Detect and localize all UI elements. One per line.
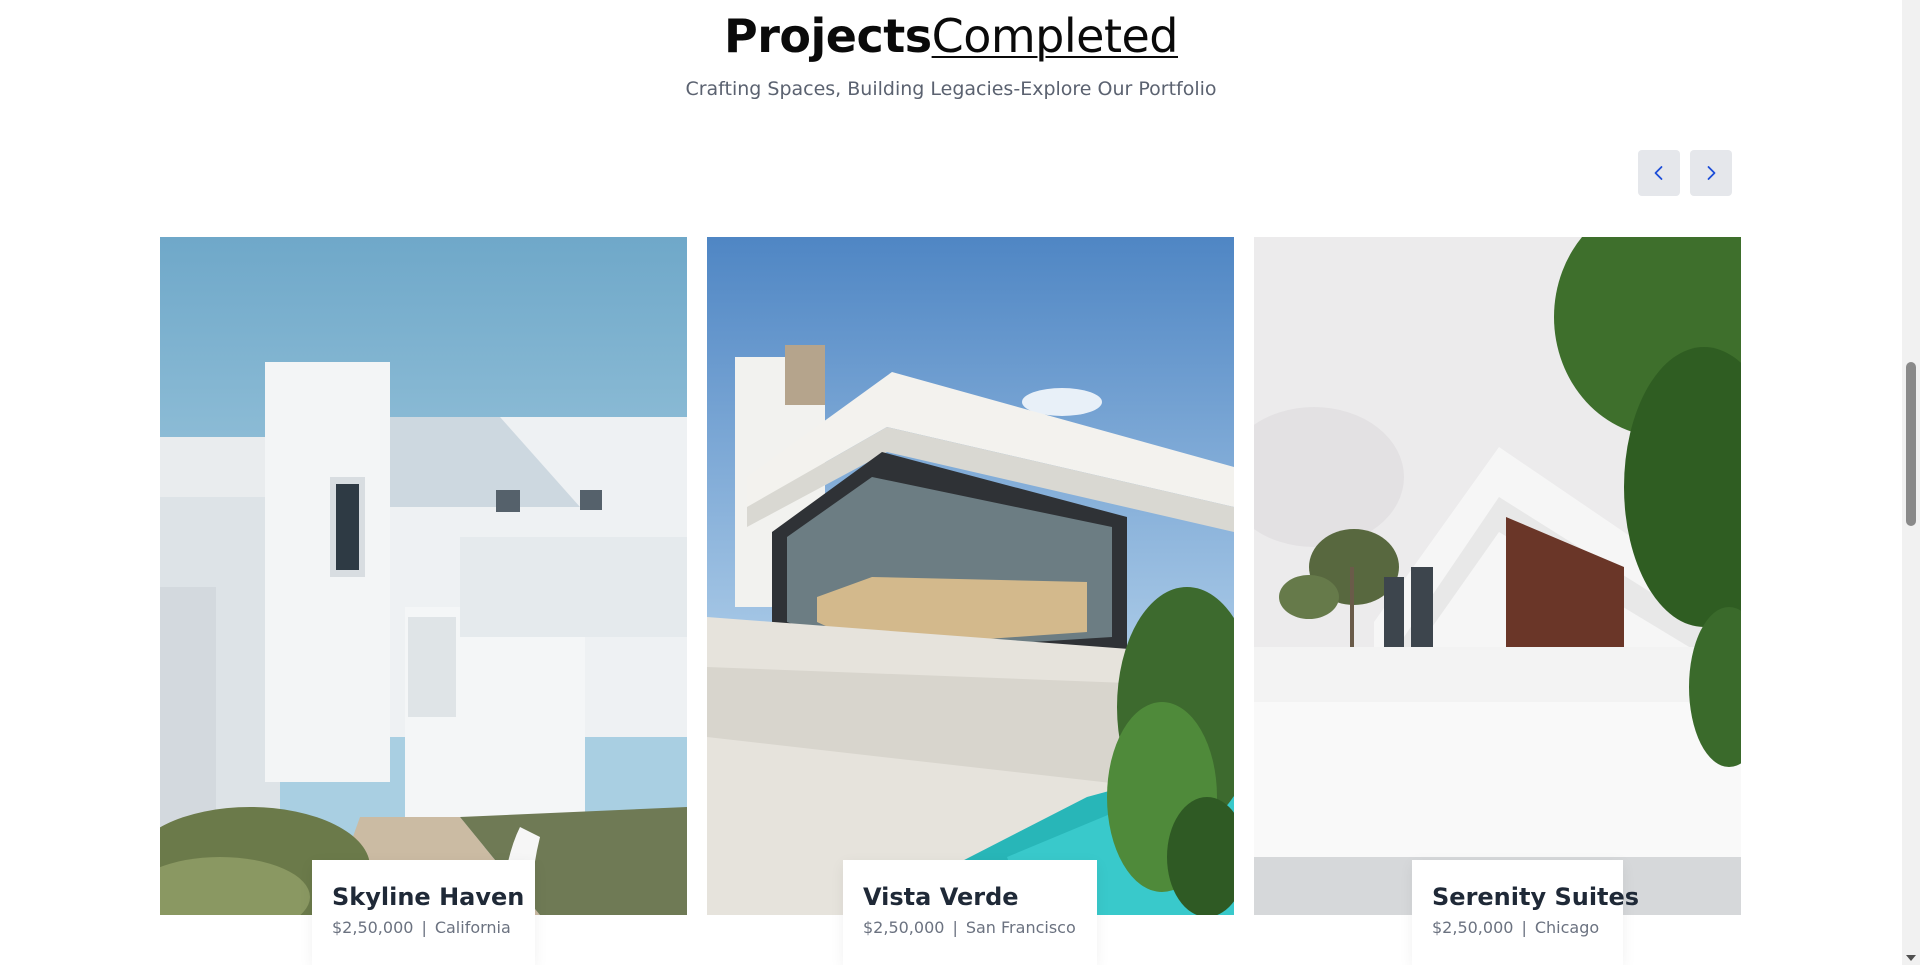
scroll-down-arrow-icon[interactable] — [1906, 955, 1916, 961]
project-meta: $2,50,000 | San Francisco — [863, 918, 1077, 937]
meta-separator: | — [421, 918, 427, 937]
project-info-card[interactable]: Skyline Haven $2,50,000 | California — [312, 860, 535, 965]
project-card-image[interactable] — [1254, 237, 1741, 915]
page-scrollbar[interactable] — [1902, 0, 1920, 965]
project-meta: $2,50,000 | California — [332, 918, 515, 937]
project-photo — [1254, 237, 1741, 915]
project-photo — [160, 237, 687, 915]
project-price: $2,50,000 — [332, 918, 414, 937]
project-price: $2,50,000 — [863, 918, 945, 937]
chevron-left-icon — [1654, 166, 1663, 180]
project-card-image[interactable] — [160, 237, 687, 915]
project-photo — [707, 237, 1234, 915]
meta-separator: | — [1521, 918, 1527, 937]
project-price: $2,50,000 — [1432, 918, 1514, 937]
scrollbar-thumb[interactable] — [1906, 362, 1916, 526]
section-title: ProjectsCompleted — [0, 8, 1902, 64]
title-bold: Projects — [724, 9, 932, 63]
project-info-card[interactable]: Serenity Suites $2,50,000 | Chicago — [1412, 860, 1640, 965]
chevron-right-icon — [1707, 166, 1716, 180]
title-light: Completed — [931, 9, 1179, 63]
project-name: Serenity Suites — [1432, 883, 1640, 911]
project-location: Chicago — [1534, 918, 1600, 937]
meta-separator: | — [952, 918, 958, 937]
section-subtitle: Crafting Spaces, Building Legacies-Explo… — [685, 78, 1217, 100]
project-name: Skyline Haven — [332, 883, 525, 911]
project-name: Vista Verde — [863, 883, 1019, 911]
project-location: San Francisco — [965, 918, 1076, 937]
carousel-prev-button[interactable] — [1638, 150, 1680, 196]
project-info-card[interactable]: Vista Verde $2,50,000 | San Francisco — [843, 860, 1097, 965]
project-meta: $2,50,000 | Chicago — [1432, 918, 1603, 937]
project-card-image[interactable] — [707, 237, 1234, 915]
project-location: California — [434, 918, 511, 937]
projects-section: ProjectsCompleted Crafting Spaces, Build… — [0, 0, 1920, 965]
carousel-next-button[interactable] — [1690, 150, 1732, 196]
